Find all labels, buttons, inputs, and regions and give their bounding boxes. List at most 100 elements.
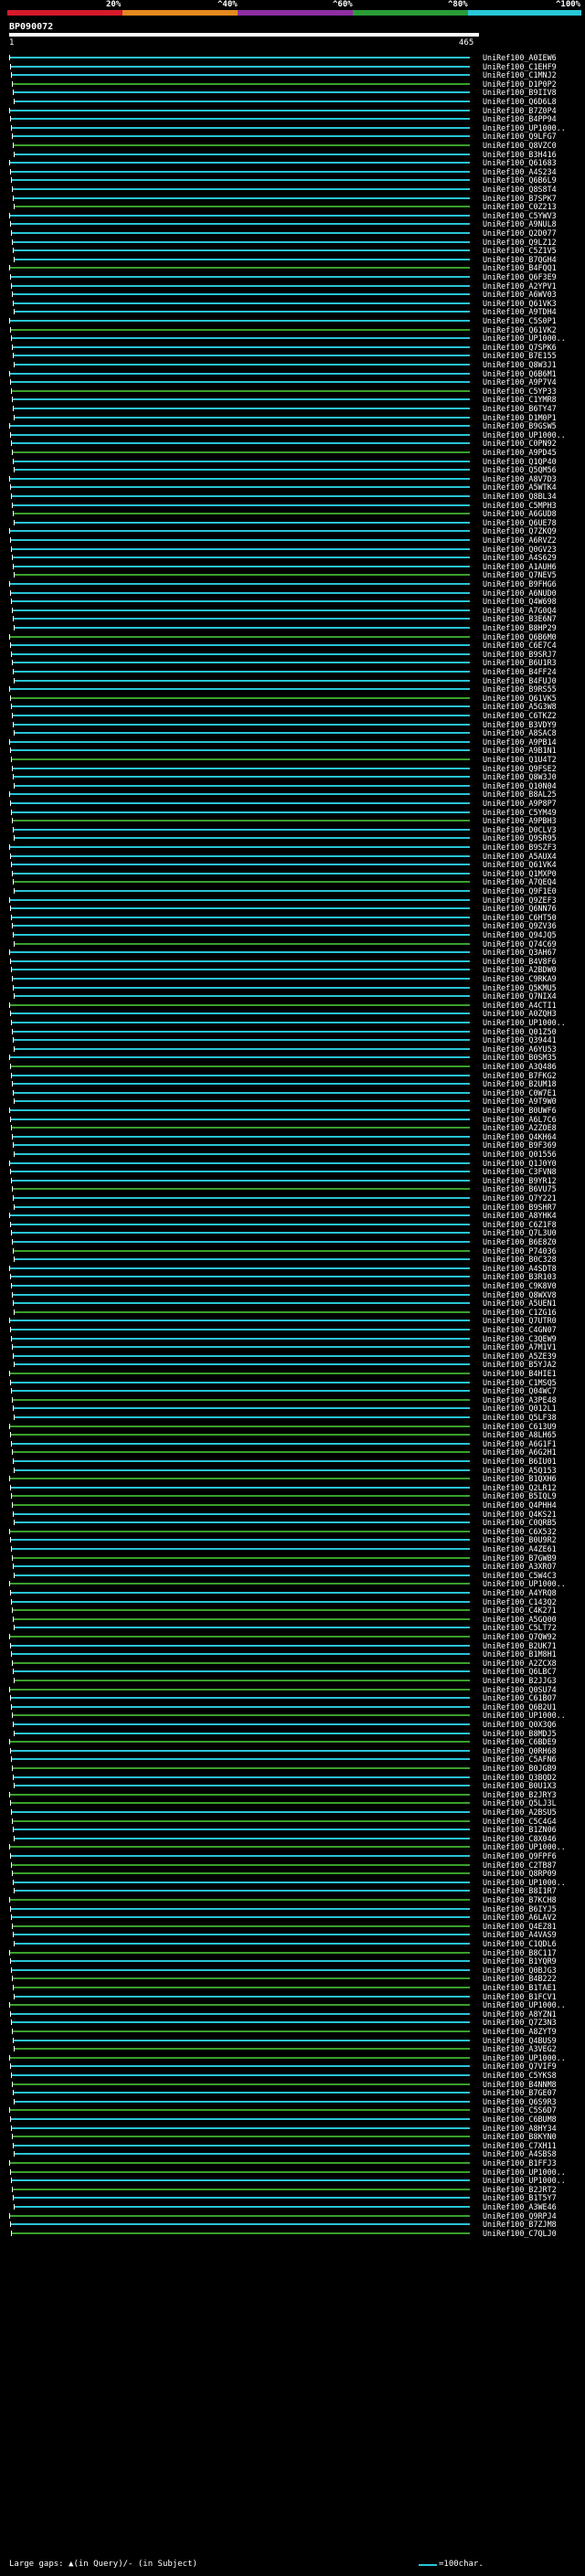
hit-row[interactable]: UniRef100_A8V7D3 (0, 474, 585, 483)
hit-row[interactable]: UniRef100_C7QLJ0 (0, 2229, 585, 2238)
hit-row[interactable]: UniRef100_B7QGH4 (0, 255, 585, 264)
hit-row[interactable]: UniRef100_A5ZE39 (0, 1352, 585, 1361)
hit-label[interactable]: UniRef100_B1ZN06 (483, 1825, 557, 1834)
hit-label[interactable]: UniRef100_C3QEW9 (483, 1334, 557, 1343)
hit-label[interactable]: UniRef100_B0UWF6 (483, 1106, 557, 1115)
hit-row[interactable]: UniRef100_Q6B6L9 (0, 175, 585, 185)
hit-label[interactable]: UniRef100_B4V8F6 (483, 957, 557, 966)
hit-row[interactable]: UniRef100_B7GE07 (0, 2088, 585, 2097)
hit-row[interactable]: UniRef100_A9PD45 (0, 448, 585, 457)
hit-row[interactable]: UniRef100_Q8BL34 (0, 492, 585, 501)
hit-label[interactable]: UniRef100_C1ZG16 (483, 1308, 557, 1317)
hit-row[interactable]: UniRef100_A9B1N1 (0, 746, 585, 755)
hit-row[interactable]: UniRef100_Q1MXP0 (0, 869, 585, 878)
hit-label[interactable]: UniRef100_C5MPH3 (483, 501, 557, 510)
hit-label[interactable]: UniRef100_A9P8P7 (483, 799, 557, 808)
hit-label[interactable]: UniRef100_B2JRT2 (483, 2185, 557, 2194)
hit-label[interactable]: UniRef100_Q4W698 (483, 597, 557, 606)
hit-row[interactable]: UniRef100_Q74C69 (0, 939, 585, 949)
hit-row[interactable]: UniRef100_B1T5Y7 (0, 2193, 585, 2202)
hit-row[interactable]: UniRef100_Q9FPF6 (0, 1851, 585, 1860)
hit-row[interactable]: UniRef100_A6G2H1 (0, 1447, 585, 1457)
hit-label[interactable]: UniRef100_C5Z1V5 (483, 246, 557, 255)
hit-row[interactable]: UniRef100_B9SHR7 (0, 1203, 585, 1212)
hit-label[interactable]: UniRef100_A7G0Q4 (483, 606, 557, 615)
hit-row[interactable]: UniRef100_Q7Y221 (0, 1193, 585, 1203)
hit-row[interactable]: UniRef100_C1MNJ2 (0, 70, 585, 80)
hit-row[interactable]: UniRef100_B1FCV1 (0, 1992, 585, 2001)
hit-row[interactable]: UniRef100_C1ZG16 (0, 1308, 585, 1317)
hit-row[interactable]: UniRef100_B9YR12 (0, 1176, 585, 1185)
hit-label[interactable]: UniRef100_Q6S9R3 (483, 2097, 557, 2106)
hit-row[interactable]: UniRef100_B9RS55 (0, 684, 585, 694)
hit-row[interactable]: UniRef100_B0U9R2 (0, 1535, 585, 1544)
hit-row[interactable]: UniRef100_A6NUD0 (0, 588, 585, 598)
hit-label[interactable]: UniRef100_B4B222 (483, 1974, 557, 1983)
hit-label[interactable]: UniRef100_C6E7C4 (483, 641, 557, 650)
hit-label[interactable]: UniRef100_C4K271 (483, 1606, 557, 1615)
hit-row[interactable]: UniRef100_C1EHF9 (0, 62, 585, 71)
hit-label[interactable]: UniRef100_Q4PHH4 (483, 1500, 557, 1510)
hit-row[interactable]: UniRef100_B0U1X3 (0, 1781, 585, 1790)
hit-row[interactable]: UniRef100_Q6NN76 (0, 904, 585, 913)
hit-label[interactable]: UniRef100_Q012L1 (483, 1404, 557, 1413)
hit-row[interactable]: UniRef100_B3VDY9 (0, 720, 585, 729)
hit-label[interactable]: UniRef100_B4NNM8 (483, 2080, 557, 2089)
hit-row[interactable]: UniRef100_Q9SR95 (0, 833, 585, 843)
hit-row[interactable]: UniRef100_B9SZF3 (0, 843, 585, 852)
hit-label[interactable]: UniRef100_C6X532 (483, 1527, 557, 1536)
hit-row[interactable]: UniRef100_A2BDW0 (0, 965, 585, 974)
hit-row[interactable]: UniRef100_B9FHG6 (0, 579, 585, 588)
hit-label[interactable]: UniRef100_B2UM18 (483, 1079, 557, 1088)
hit-row[interactable]: UniRef100_B6VU75 (0, 1184, 585, 1193)
hit-row[interactable]: UniRef100_Q8W3J1 (0, 360, 585, 369)
hit-label[interactable]: UniRef100_B2JRY3 (483, 1790, 557, 1799)
hit-label[interactable]: UniRef100_A2ZCX8 (483, 1659, 557, 1668)
hit-label[interactable]: UniRef100_A2ZOE8 (483, 1123, 557, 1132)
hit-row[interactable]: UniRef100_A9P8P7 (0, 799, 585, 808)
hit-label[interactable]: UniRef100_C5YP33 (483, 387, 557, 396)
hit-label[interactable]: UniRef100_B1T5Y7 (483, 2193, 557, 2202)
hit-label[interactable]: UniRef100_C0PN92 (483, 439, 557, 448)
hit-label[interactable]: UniRef100_B0JGB9 (483, 1764, 557, 1773)
hit-label[interactable]: UniRef100_C5S6D7 (483, 2105, 557, 2115)
hit-row[interactable]: UniRef100_Q61683 (0, 158, 585, 167)
hit-label[interactable]: UniRef100_Q4BUS9 (483, 2036, 557, 2045)
hit-label[interactable]: UniRef100_B3R103 (483, 1272, 557, 1281)
hit-row[interactable]: UniRef100_Q0BJG3 (0, 1966, 585, 1975)
hit-label[interactable]: UniRef100_A5WTK4 (483, 482, 557, 492)
hit-row[interactable]: UniRef100_A8YZN1 (0, 2009, 585, 2019)
hit-row[interactable]: UniRef100_B8KYN0 (0, 2132, 585, 2141)
hit-label[interactable]: UniRef100_C1QDL6 (483, 1939, 557, 1948)
hit-row[interactable]: UniRef100_C0QRB5 (0, 1518, 585, 1527)
hit-row[interactable]: UniRef100_Q6F3E9 (0, 272, 585, 281)
hit-label[interactable]: UniRef100_Q7SPK6 (483, 343, 557, 352)
hit-label[interactable]: UniRef100_A7QEQ4 (483, 877, 557, 886)
hit-label[interactable]: UniRef100_A9TDH4 (483, 307, 557, 316)
hit-label[interactable]: UniRef100_UP1000.. (483, 1842, 566, 1851)
hit-row[interactable]: UniRef100_Q8RP09 (0, 1869, 585, 1878)
hit-row[interactable]: UniRef100_A1AUH6 (0, 562, 585, 571)
hit-row[interactable]: UniRef100_Q8VZC0 (0, 141, 585, 150)
hit-label[interactable]: UniRef100_Q7UTR0 (483, 1316, 557, 1325)
hit-label[interactable]: UniRef100_D1M0P1 (483, 413, 557, 422)
hit-row[interactable]: UniRef100_B4PP94 (0, 114, 585, 123)
hit-row[interactable]: UniRef100_A5GQ00 (0, 1615, 585, 1624)
hit-row[interactable]: UniRef100_Q9RPJ4 (0, 2211, 585, 2221)
hit-row[interactable]: UniRef100_B8MDJ5 (0, 1729, 585, 1738)
hit-label[interactable]: UniRef100_B3H416 (483, 150, 557, 159)
hit-label[interactable]: UniRef100_UP1000.. (483, 1018, 566, 1027)
hit-label[interactable]: UniRef100_B9YR12 (483, 1176, 557, 1185)
hit-row[interactable]: UniRef100_UP1000.. (0, 2000, 585, 2009)
hit-label[interactable]: UniRef100_C5AFN6 (483, 1754, 557, 1764)
hit-label[interactable]: UniRef100_C1YMR8 (483, 395, 557, 404)
hit-label[interactable]: UniRef100_A5AUX4 (483, 852, 557, 861)
hit-label[interactable]: UniRef100_A8YZN1 (483, 2009, 557, 2019)
hit-label[interactable]: UniRef100_Q7Z3N3 (483, 2018, 557, 2027)
hit-label[interactable]: UniRef100_Q8WXV8 (483, 1290, 557, 1299)
hit-row[interactable]: UniRef100_Q1U4T2 (0, 755, 585, 764)
hit-row[interactable]: UniRef100_Q2LR12 (0, 1483, 585, 1492)
hit-row[interactable]: UniRef100_C143Q2 (0, 1597, 585, 1606)
hit-label[interactable]: UniRef100_Q9SR95 (483, 833, 557, 843)
hit-row[interactable]: UniRef100_C6BDE9 (0, 1737, 585, 1746)
